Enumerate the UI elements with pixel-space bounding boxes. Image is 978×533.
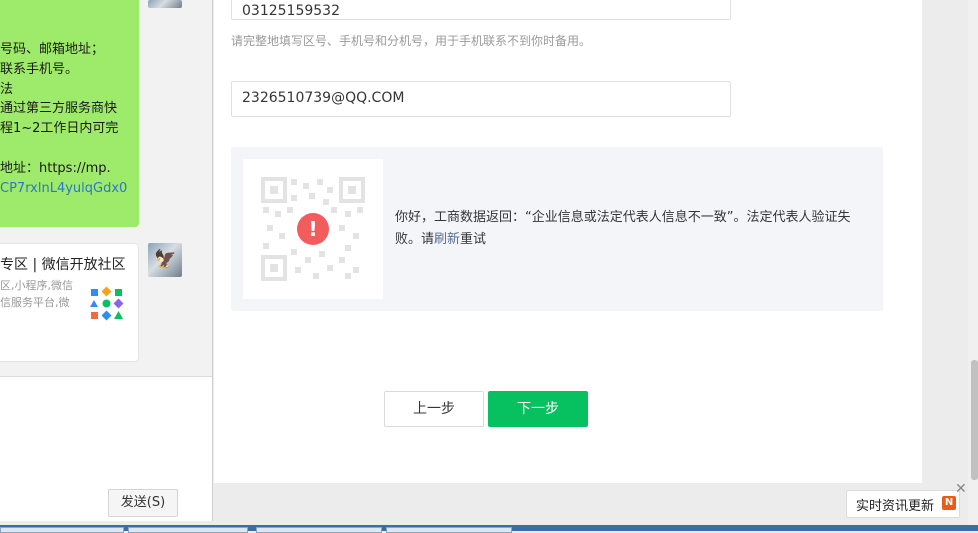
link-card-title: 专区 | 微信开放社区 <box>0 257 126 273</box>
message-line[interactable]: 地址：https://mp. <box>0 159 111 179</box>
verification-notice: ! 你好，工商数据返回：“企业信息或法定代表人信息不一致”。法定代表人验证失败。… <box>231 147 883 311</box>
message-line: 联系手机号。 <box>0 62 79 77</box>
scrollbar-thumb[interactable] <box>971 360 978 480</box>
close-icon[interactable]: ✕ <box>955 482 967 496</box>
message-input[interactable] <box>0 376 212 521</box>
verification-error-message: 你好，工商数据返回：“企业信息或法定代表人信息不一致”。法定代表人验证失败。请刷… <box>395 207 870 251</box>
taskbar-item[interactable] <box>0 527 124 533</box>
message-link[interactable]: CP7rxlnL4yulqGdx0 <box>0 179 127 199</box>
phone-field[interactable] <box>231 0 732 27</box>
link-card-desc: 信服务平台,微 <box>0 296 70 309</box>
qr-code: ! <box>243 159 383 299</box>
news-toast-label: 实时资讯更新 <box>856 499 935 514</box>
refresh-link[interactable]: 刷新 <box>434 232 460 247</box>
chat-message-bubble: 号码、邮箱地址； 联系手机号。 法 通过第三方服务商快 程1~2工作日内可完 地… <box>0 0 139 227</box>
message-line: 程1~2工作日内可完 <box>0 121 119 136</box>
taskbar-item[interactable] <box>256 527 382 533</box>
avatar[interactable]: 🦅 <box>148 243 182 277</box>
email-input[interactable] <box>232 82 732 114</box>
news-toast[interactable]: 实时资讯更新 N <box>846 490 960 518</box>
message-line: 法 <box>0 82 14 97</box>
open-community-logo-icon <box>90 286 124 321</box>
phone-hint: 请完整地填写区号、手机号和分机号，用于手机联系不到你时备用。 <box>231 34 592 48</box>
notice-text: 重试 <box>460 232 487 247</box>
link-card[interactable]: 专区 | 微信开放社区 区,小程序,微信 信服务平台,微 <box>0 243 139 362</box>
email-field[interactable] <box>231 81 732 117</box>
phone-input[interactable] <box>232 0 732 27</box>
message-line: 号码、邮箱地址； <box>0 42 105 57</box>
avatar[interactable] <box>148 0 182 8</box>
news-badge-icon: N <box>942 496 956 510</box>
send-button[interactable]: 发送(S) <box>108 489 178 517</box>
previous-step-button[interactable]: 上一步 <box>384 391 484 427</box>
message-line: 通过第三方服务商快 <box>0 101 118 116</box>
eagle-icon: 🦅 <box>154 249 177 270</box>
registration-form-panel: 请完整地填写区号、手机号和分机号，用于手机联系不到你时备用。 <box>214 0 922 483</box>
taskbar-item[interactable] <box>128 527 248 533</box>
error-icon: ! <box>297 213 329 245</box>
next-step-button[interactable]: 下一步 <box>488 391 588 427</box>
taskbar-item[interactable] <box>386 527 512 533</box>
link-card-desc: 区,小程序,微信 <box>0 279 73 292</box>
